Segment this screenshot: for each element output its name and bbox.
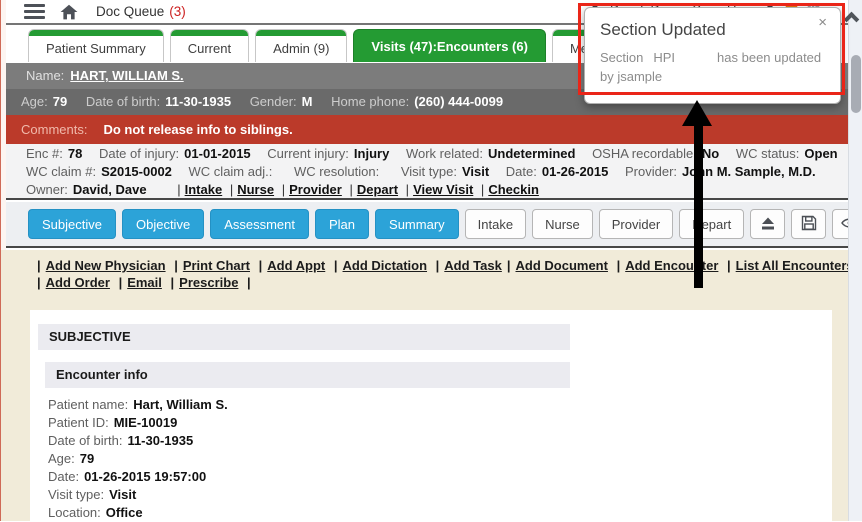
link-print-chart[interactable]: Print Chart [183, 258, 250, 273]
tab-current[interactable]: Current [170, 29, 249, 62]
patient-name-link[interactable]: HART, WILLIAM S. [70, 68, 183, 83]
hamburger-menu-icon[interactable] [24, 4, 45, 19]
link-email[interactable]: Email [127, 275, 162, 290]
action-links-left: |Add New Physician |Print Chart |Add App… [32, 257, 502, 274]
field-patient-id: Patient ID:MIE-10019 [48, 414, 228, 432]
age-label: Age: [21, 94, 48, 109]
eject-icon [760, 216, 776, 233]
action-links-right: |Add Document |Add Encounter |List All E… [502, 257, 862, 274]
objective-button[interactable]: Objective [122, 209, 204, 239]
action-links-row-2: |Add Order |Email |Prescribe | [32, 274, 256, 291]
plan-button[interactable]: Plan [315, 209, 369, 239]
close-icon[interactable]: × [818, 14, 827, 31]
link-add-appt[interactable]: Add Appt [267, 258, 325, 273]
home-icon[interactable] [60, 4, 78, 20]
comments-label: Comments: [21, 122, 87, 137]
encounter-stage-links: |Intake |Nurse |Provider |Depart |View V… [173, 181, 539, 199]
eject-button[interactable] [750, 209, 785, 239]
field-age: Age:79 [48, 450, 228, 468]
link-add-task[interactable]: Add Task [444, 258, 502, 273]
link-intake[interactable]: Intake [185, 182, 223, 197]
encounter-row-3: Owner: David, Dave |Intake |Nurse |Provid… [26, 181, 848, 199]
vertical-scrollbar[interactable] [848, 0, 862, 521]
field-location: Location:Office [48, 504, 228, 522]
link-add-document[interactable]: Add Document [516, 258, 608, 273]
annotation-arrow [694, 122, 703, 288]
link-depart[interactable]: Depart [357, 182, 398, 197]
depart-button[interactable]: Depart [679, 209, 744, 239]
gender-label: Gender: [250, 94, 297, 109]
phone-label: Home phone: [331, 94, 409, 109]
gender-value: M [302, 94, 313, 109]
intake-button[interactable]: Intake [465, 209, 526, 239]
link-provider[interactable]: Provider [289, 182, 342, 197]
field-visit-type: Visit type:Visit [48, 486, 228, 504]
scrollbar-thumb[interactable] [851, 55, 861, 113]
popup-title: Section Updated [600, 20, 726, 40]
encounter-info-fields: Patient name:Hart, William S. Patient ID… [48, 396, 228, 522]
dob-value: 11-30-1935 [165, 94, 231, 109]
save-button[interactable] [791, 209, 826, 239]
section-updated-popup: Section Updated × SectionHPIhas been upd… [584, 7, 841, 104]
popup-body: SectionHPIhas been updated by jsample [600, 48, 830, 86]
field-patient-name: Patient name:Hart, William S. [48, 396, 228, 414]
page-title: Doc Queue [96, 4, 164, 19]
save-icon [801, 215, 817, 234]
owner-label: Owner: [26, 182, 68, 197]
doc-queue-count: (3) [169, 4, 186, 19]
encounter-summary: Enc #:78 Date of injury:01-01-2015 Curre… [6, 144, 848, 200]
tab-patient-summary[interactable]: Patient Summary [28, 29, 164, 62]
link-checkin[interactable]: Checkin [488, 182, 539, 197]
tab-admin[interactable]: Admin (9) [255, 29, 347, 62]
encounter-row-1: Enc #:78 Date of injury:01-01-2015 Curre… [26, 145, 848, 163]
provider-button[interactable]: Provider [599, 209, 673, 239]
owner-value: David, Dave [73, 182, 147, 197]
phone-value: (260) 444-0099 [414, 94, 503, 109]
age-value: 79 [53, 94, 67, 109]
link-add-new-physician[interactable]: Add New Physician [46, 258, 166, 273]
note-content-panel: SUBJECTIVE Encounter info Patient name:H… [30, 310, 832, 521]
field-date: Date:01-26-2015 19:57:00 [48, 468, 228, 486]
nurse-button[interactable]: Nurse [532, 209, 593, 239]
note-toolbar: Subjective Objective Assessment Plan Sum… [6, 202, 848, 248]
summary-button[interactable]: Summary [375, 209, 459, 239]
link-add-encounter[interactable]: Add Encounter [625, 258, 718, 273]
tab-visits-encounters[interactable]: Visits (47):Encounters (6) [353, 29, 546, 62]
encounter-row-2: WC claim #:S2015-0002 WC claim adj.: WC … [26, 163, 848, 181]
field-dob: Date of birth:11-30-1935 [48, 432, 228, 450]
dob-label: Date of birth: [86, 94, 160, 109]
name-label: Name: [26, 68, 64, 83]
action-links-row-1: |Add New Physician |Print Chart |Add App… [32, 257, 838, 274]
encounter-info-header: Encounter info [45, 362, 570, 388]
link-prescribe[interactable]: Prescribe [179, 275, 238, 290]
link-add-dictation[interactable]: Add Dictation [343, 258, 428, 273]
comments-bar: Comments: Do not release info to siblings… [6, 115, 848, 144]
window-left-edge [0, 0, 1, 521]
subjective-button[interactable]: Subjective [28, 209, 116, 239]
link-list-all-encounters[interactable]: List All Encounters [736, 258, 854, 273]
subjective-section-header: SUBJECTIVE [38, 324, 570, 350]
assessment-button[interactable]: Assessment [210, 209, 309, 239]
comments-value: Do not release info to siblings. [103, 122, 292, 137]
link-nurse[interactable]: Nurse [237, 182, 274, 197]
link-view-visit[interactable]: View Visit [413, 182, 473, 197]
link-add-order[interactable]: Add Order [46, 275, 110, 290]
